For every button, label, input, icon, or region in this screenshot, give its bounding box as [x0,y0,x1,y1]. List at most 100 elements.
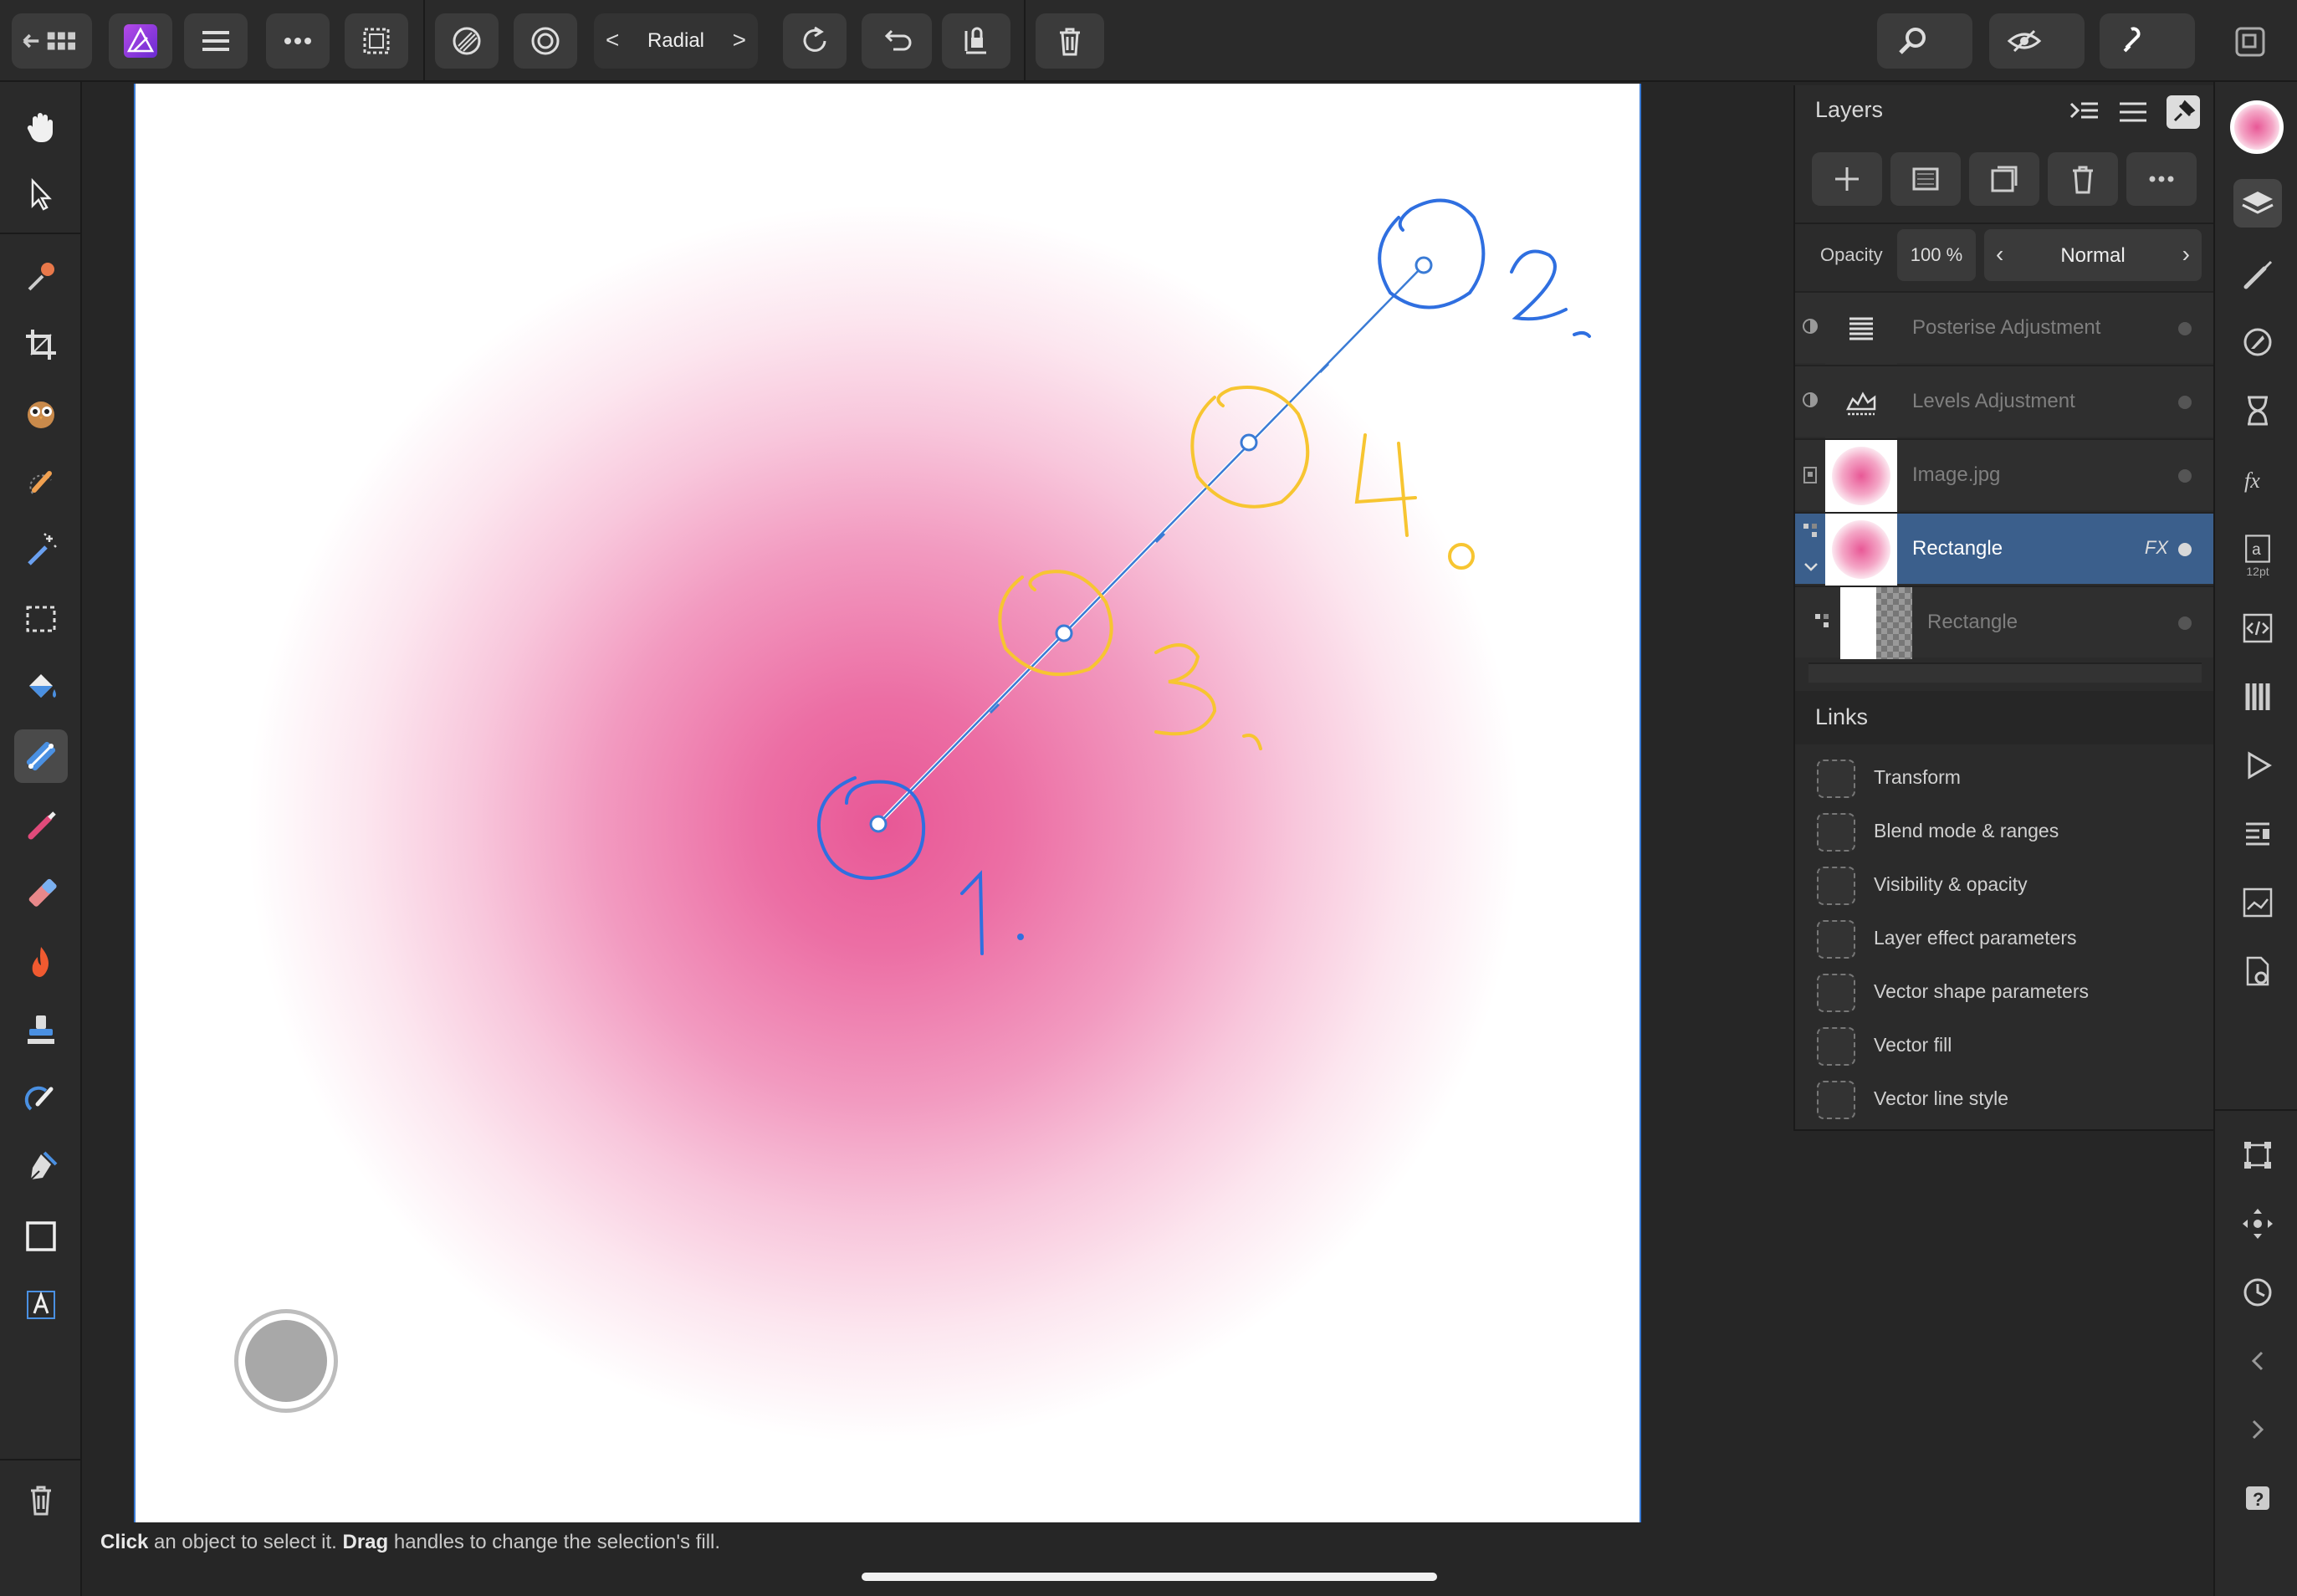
undo-button[interactable] [2233,1337,2282,1385]
transform-button[interactable] [2233,1131,2282,1179]
radial-gradient-button[interactable] [514,13,577,69]
color-picker-tool[interactable] [14,249,68,303]
view-tool[interactable] [14,100,68,154]
gradient-type-next[interactable]: > [733,27,746,54]
move-tool[interactable] [14,167,68,221]
gradient-stop-end[interactable] [1415,256,1433,274]
zoom-view-button[interactable] [1877,13,1972,69]
layer-row[interactable]: Levels Adjustment [1795,365,2215,438]
link-checkbox[interactable] [1817,1027,1855,1066]
blend-mode-selector[interactable]: ‹ Normal › [1984,229,2202,281]
group-layers-button[interactable] [1969,152,2039,206]
main-menu-button[interactable] [184,13,248,69]
gradient-type-prev[interactable]: < [606,27,619,54]
link-option[interactable]: Vector fill [1795,1017,2215,1071]
link-option[interactable]: Layer effect parameters [1795,910,2215,964]
pen-tool[interactable] [14,1141,68,1194]
gradient-tool[interactable] [14,729,68,783]
assistive-touch-button[interactable] [234,1309,338,1413]
swatches-studio-button[interactable] [2233,673,2282,721]
layer-visibility-dot[interactable] [2178,616,2192,630]
back-to-gallery-button[interactable] [12,13,92,69]
crop-tool[interactable] [14,318,68,371]
layer-options-button[interactable] [2126,152,2197,206]
erase-brush-tool[interactable] [14,867,68,920]
link-checkbox[interactable] [1817,920,1855,959]
snapping-button[interactable] [2100,13,2195,69]
gradient-stop-middle[interactable] [1055,624,1073,642]
reverse-gradient-button[interactable] [783,13,847,69]
burn-brush-tool[interactable] [14,935,68,989]
clone-brush-tool[interactable] [14,1004,68,1057]
navigator-studio-button[interactable] [2233,878,2282,927]
history-button[interactable] [2233,1268,2282,1317]
color-swatch-button[interactable] [2230,100,2284,154]
layer-visibility-dot[interactable] [2178,322,2192,335]
link-checkbox[interactable] [1817,813,1855,852]
view-mode-button[interactable] [1989,13,2085,69]
layer-visibility-dot[interactable] [2178,543,2192,556]
layers-menu-button[interactable] [2116,95,2150,129]
adjustments-studio-button[interactable] [2233,318,2282,366]
link-option[interactable]: Vector line style [1795,1071,2215,1124]
redo-button[interactable] [2233,1405,2282,1454]
flood-select-tool[interactable] [14,524,68,577]
delete-button[interactable] [14,1474,68,1527]
gradient-stop-start[interactable] [869,815,888,833]
reset-button[interactable] [862,13,932,69]
delete-stop-button[interactable] [1036,13,1104,69]
character-studio-button[interactable]: a 12pt [2233,524,2282,587]
link-checkbox[interactable] [1817,974,1855,1012]
document-canvas[interactable] [134,84,1641,1522]
link-option[interactable]: Blend mode & ranges [1795,803,2215,857]
layers-expand-button[interactable] [2068,95,2101,129]
persona-button[interactable] [109,13,172,69]
brushes-studio-button[interactable] [2233,249,2282,298]
chevron-down-icon[interactable] [1802,557,1820,575]
add-mask-button[interactable] [1890,152,1961,206]
add-layer-button[interactable] [1812,152,1882,206]
channels-studio-button[interactable] [2233,810,2282,858]
smudge-brush-tool[interactable] [14,1072,68,1126]
move-nudge-button[interactable] [2233,1200,2282,1248]
selection-brush-tool[interactable] [14,386,68,440]
paint-brush-tool[interactable] [14,798,68,852]
link-checkbox[interactable] [1817,760,1855,798]
lock-handles-button[interactable] [942,13,1010,69]
layer-row[interactable]: Image.jpg [1795,438,2215,512]
layer-row-selected[interactable]: Rectangle FX [1795,512,2215,586]
visibility-icon[interactable] [1800,390,1820,410]
macro-studio-button[interactable] [2233,741,2282,790]
link-option[interactable]: Transform [1795,749,2215,803]
layer-visibility-dot[interactable] [2178,396,2192,409]
delete-layer-button[interactable] [2048,152,2118,206]
home-indicator[interactable] [862,1573,1437,1581]
layers-studio-button[interactable] [2233,179,2282,228]
source-studio-button[interactable] [2233,604,2282,652]
layers-scroll-region[interactable] [1808,662,2202,683]
history-studio-button[interactable] [2233,386,2282,435]
visibility-icon[interactable] [1800,316,1820,336]
help-button[interactable]: ? [2233,1474,2282,1522]
marquee-tool[interactable] [14,592,68,646]
blend-mode-next-icon[interactable]: › [2182,241,2190,268]
fill-mode-button[interactable] [435,13,499,69]
rectangle-tool[interactable] [14,1210,68,1263]
artistic-text-tool[interactable] [14,1278,68,1332]
refine-brush-tool[interactable] [14,455,68,509]
fullscreen-button[interactable] [2232,23,2269,60]
effects-studio-button[interactable]: fx [2233,455,2282,504]
pin-panel-button[interactable] [2167,95,2200,129]
selection-button[interactable] [345,13,408,69]
document-settings-button[interactable] [2233,947,2282,995]
layer-row-child[interactable]: Rectangle [1795,586,2215,659]
gradient-stop-inner[interactable] [1240,433,1258,452]
opacity-field[interactable]: 100 % [1897,229,1976,281]
gradient-type-selector[interactable]: < Radial > [594,13,758,69]
flood-fill-tool[interactable] [14,661,68,714]
link-option[interactable]: Visibility & opacity [1795,857,2215,910]
layer-row[interactable]: Posterise Adjustment [1795,291,2215,365]
link-checkbox[interactable] [1817,1081,1855,1119]
gradient-path-line[interactable] [877,264,1425,825]
more-options-button[interactable] [266,13,330,69]
